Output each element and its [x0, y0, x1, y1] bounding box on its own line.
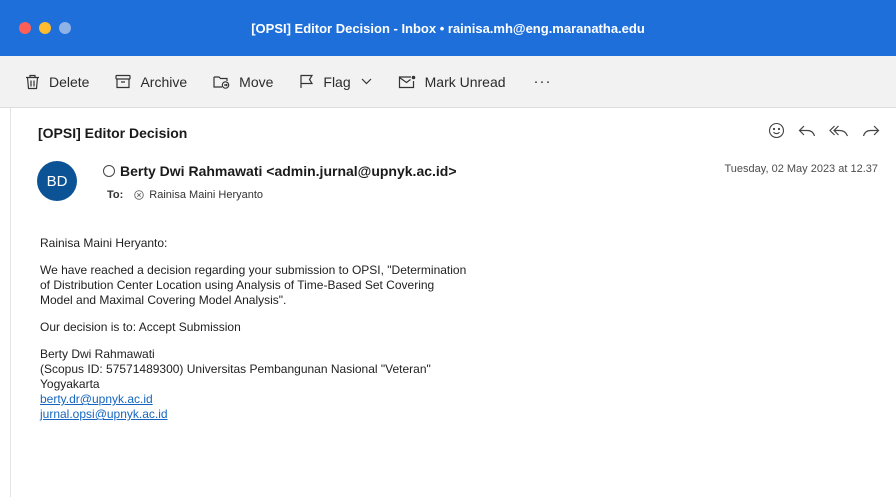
body-paragraph: We have reached a decision regarding you…: [40, 263, 600, 308]
message-toolbar: Delete Archive Move Flag Mark Unread ···: [0, 56, 896, 108]
move-label: Move: [239, 73, 274, 90]
archive-button[interactable]: Archive: [115, 74, 187, 90]
signature: Berty Dwi Rahmawati (Scopus ID: 57571489…: [40, 347, 600, 422]
delete-label: Delete: [49, 73, 90, 90]
signature-line: Yogyakarta: [40, 377, 100, 391]
archive-label: Archive: [140, 73, 188, 90]
emoji-reaction-icon[interactable]: [768, 122, 785, 139]
signature-line: Berty Dwi Rahmawati: [40, 347, 155, 361]
delete-button[interactable]: Delete: [25, 74, 89, 90]
close-window-button[interactable]: [19, 22, 31, 34]
signature-line: (Scopus ID: 57571489300) Universitas Pem…: [40, 362, 431, 376]
message-reading-pane: [OPSI] Editor Decision BD Berty Dwi Rahm…: [10, 108, 896, 497]
decision-text: Our decision is to: Accept Submission: [40, 320, 241, 334]
message-subject: [OPSI] Editor Decision: [38, 125, 188, 141]
recipient-remove-icon: [134, 190, 145, 200]
reply-all-icon[interactable]: [829, 124, 849, 138]
reply-icon[interactable]: [798, 124, 816, 138]
to-label: To:: [107, 189, 124, 201]
email-link[interactable]: jurnal.opsi@upnyk.ac.id: [40, 407, 600, 422]
recipient-name[interactable]: Rainisa Maini Heryanto: [149, 189, 263, 201]
body-line: Model and Maximal Covering Model Analysi…: [40, 293, 287, 307]
forward-icon[interactable]: [862, 124, 880, 138]
minimize-window-button[interactable]: [39, 22, 51, 34]
message-body: Rainisa Maini Heryanto: We have reached …: [40, 236, 600, 422]
chevron-down-icon[interactable]: [361, 78, 372, 85]
envelope-unread-icon: [398, 75, 415, 88]
body-line: of Distribution Center Location using An…: [40, 278, 435, 292]
more-actions-button[interactable]: ···: [534, 73, 552, 90]
zoom-window-button[interactable]: [59, 22, 71, 34]
sender-avatar: BD: [37, 161, 77, 201]
window-title: [OPSI] Editor Decision - Inbox • rainisa…: [251, 20, 645, 36]
flag-icon: [300, 74, 314, 88]
flag-label: Flag: [323, 73, 351, 90]
trash-icon: [26, 74, 39, 89]
window-controls: [19, 22, 71, 34]
mark-unread-label: Mark Unread: [424, 73, 506, 90]
message-date: Tuesday, 02 May 2023 at 12.37: [724, 163, 879, 175]
archive-icon: [115, 74, 132, 89]
body-line: We have reached a decision regarding you…: [40, 263, 467, 277]
sender-name[interactable]: Berty Dwi Rahmawati <admin.jurnal@upnyk.…: [120, 163, 457, 179]
mark-unread-button[interactable]: Mark Unread: [398, 74, 506, 90]
sender-line: Berty Dwi Rahmawati <admin.jurnal@upnyk.…: [103, 163, 457, 179]
folder-move-icon: [213, 76, 230, 89]
greeting: Rainisa Maini Heryanto:: [40, 236, 168, 250]
move-button[interactable]: Move: [213, 74, 273, 90]
email-link[interactable]: berty.dr@upnyk.ac.id: [40, 392, 600, 407]
message-actions: [768, 122, 880, 139]
unread-status-icon[interactable]: [103, 165, 115, 177]
flag-button[interactable]: Flag: [299, 73, 372, 90]
window-titlebar: [OPSI] Editor Decision - Inbox • rainisa…: [0, 0, 896, 56]
recipient-line: To: Rainisa Maini Heryanto: [107, 189, 263, 201]
